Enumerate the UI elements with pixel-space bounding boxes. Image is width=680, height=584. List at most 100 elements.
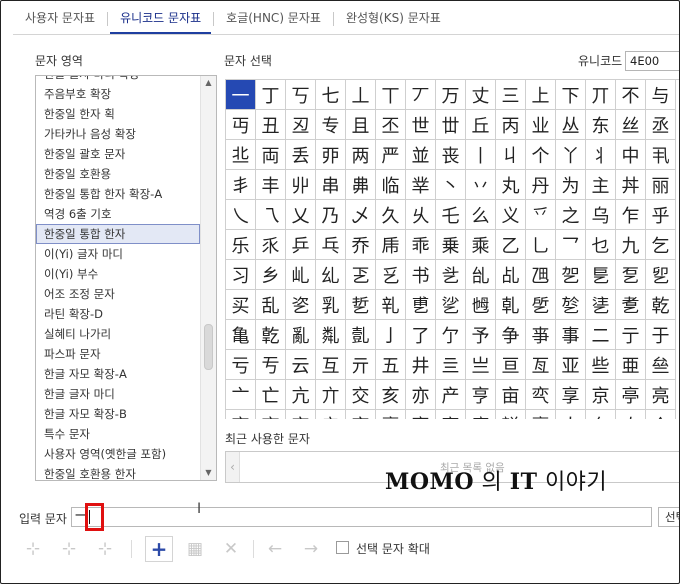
char-cell[interactable]: 亱 — [286, 410, 316, 419]
char-cell[interactable]: 亐 — [256, 350, 286, 380]
char-cell[interactable]: 丄 — [346, 80, 376, 110]
char-cell[interactable]: 丩 — [496, 140, 526, 170]
char-cell[interactable]: 乥 — [376, 260, 406, 290]
char-cell[interactable]: 两 — [346, 140, 376, 170]
char-cell[interactable]: 了 — [406, 320, 436, 350]
char-range-item[interactable]: 한글 자모 확장-A — [36, 364, 200, 384]
char-cell[interactable]: 不 — [616, 80, 646, 110]
char-cell[interactable]: 乻 — [556, 290, 586, 320]
insert-icon[interactable]: ▦ — [181, 536, 209, 562]
char-cell[interactable]: 严 — [376, 140, 406, 170]
char-cell[interactable]: 万 — [436, 80, 466, 110]
char-cell[interactable]: 乷 — [436, 290, 466, 320]
char-cell[interactable]: 人 — [556, 410, 586, 419]
char-cell[interactable]: 丼 — [616, 170, 646, 200]
char-cell[interactable]: 亊 — [526, 320, 556, 350]
char-cell[interactable]: 丌 — [586, 80, 616, 110]
char-cell[interactable]: 乶 — [406, 290, 436, 320]
char-cell[interactable]: 乾 — [646, 290, 676, 320]
char-cell[interactable]: 乓 — [316, 230, 346, 260]
char-cell[interactable]: 並 — [406, 140, 436, 170]
char-range-item[interactable]: 이(Yi) 부수 — [36, 264, 200, 284]
char-cell[interactable]: 专 — [316, 110, 346, 140]
char-cell[interactable]: 亄 — [346, 320, 376, 350]
char-cell[interactable]: 事 — [556, 320, 586, 350]
char-cell[interactable]: 丱 — [286, 170, 316, 200]
char-cell[interactable]: 乵 — [376, 290, 406, 320]
char-cell[interactable]: 临 — [376, 170, 406, 200]
char-cell[interactable]: 乘 — [466, 230, 496, 260]
char-cell[interactable]: 乒 — [286, 230, 316, 260]
char-cell[interactable]: 亴 — [376, 410, 406, 419]
char-range-item[interactable]: 사용자 영역(옛한글 포함) — [36, 444, 200, 464]
char-cell[interactable]: 买 — [226, 290, 256, 320]
char-cell[interactable]: 京 — [586, 380, 616, 410]
char-range-item[interactable]: 한중일 괄호 문자 — [36, 144, 200, 164]
char-cell[interactable]: 丅 — [376, 80, 406, 110]
char-cell[interactable]: 丸 — [496, 170, 526, 200]
char-cell[interactable]: 丘 — [466, 110, 496, 140]
char-range-item[interactable]: 한중일 호환용 — [36, 164, 200, 184]
char-cell[interactable]: 乫 — [556, 260, 586, 290]
char-cell[interactable]: 乳 — [316, 290, 346, 320]
tab-ks-chars[interactable]: 완성형(KS) 문자표 — [334, 5, 453, 33]
char-cell[interactable]: 丠 — [226, 140, 256, 170]
char-cell[interactable]: 亁 — [256, 320, 286, 350]
char-cell[interactable]: 之 — [556, 200, 586, 230]
char-cell[interactable]: 乍 — [616, 200, 646, 230]
char-range-item[interactable]: 한중일 호환용 한자 — [36, 464, 200, 480]
char-cell[interactable]: 个 — [526, 140, 556, 170]
char-cell[interactable]: 乭 — [616, 260, 646, 290]
char-range-item[interactable]: 한글 자모 확장-B — [36, 404, 200, 424]
char-cell[interactable]: 乹 — [496, 290, 526, 320]
char-cell[interactable]: 亹 — [526, 410, 556, 419]
unicode-code-input[interactable]: 4E00 — [625, 51, 679, 71]
char-cell[interactable]: 乑 — [256, 230, 286, 260]
char-cell[interactable]: 乛 — [556, 230, 586, 260]
char-range-item[interactable]: 특수 문자 — [36, 424, 200, 444]
char-cell[interactable]: 东 — [586, 110, 616, 140]
char-cell[interactable]: 亍 — [616, 320, 646, 350]
char-cell[interactable]: 乔 — [346, 230, 376, 260]
char-cell[interactable]: 丕 — [376, 110, 406, 140]
delete-user-icon[interactable]: ⊹ — [91, 536, 119, 562]
char-cell[interactable]: 丧 — [436, 140, 466, 170]
char-cell[interactable]: 乪 — [526, 260, 556, 290]
char-cell[interactable]: 乞 — [646, 230, 676, 260]
char-cell[interactable]: 丹 — [526, 170, 556, 200]
char-cell[interactable]: 乸 — [466, 290, 496, 320]
char-cell[interactable]: 丑 — [256, 110, 286, 140]
char-cell[interactable]: 乺 — [526, 290, 556, 320]
char-cell[interactable]: 乀 — [226, 200, 256, 230]
char-cell[interactable]: 乢 — [286, 260, 316, 290]
char-cell[interactable]: 丝 — [616, 110, 646, 140]
char-cell[interactable]: 乚 — [526, 230, 556, 260]
char-cell[interactable]: 乗 — [436, 230, 466, 260]
char-range-scrollbar[interactable]: ▲ ▼ — [200, 76, 216, 480]
char-cell[interactable]: 乙 — [496, 230, 526, 260]
char-cell[interactable]: 串 — [316, 170, 346, 200]
char-cell[interactable]: 一 — [226, 80, 256, 110]
char-cell[interactable]: 丙 — [496, 110, 526, 140]
char-cell[interactable]: 丆 — [406, 80, 436, 110]
char-cell[interactable]: 亭 — [616, 380, 646, 410]
char-cell[interactable]: 亷 — [466, 410, 496, 419]
char-range-item[interactable]: 가타카나 음성 확장 — [36, 124, 200, 144]
char-cell[interactable]: 乄 — [346, 200, 376, 230]
char-cell[interactable]: 亮 — [646, 380, 676, 410]
scroll-up-icon[interactable]: ▲ — [201, 76, 216, 90]
char-cell[interactable]: 乃 — [316, 200, 346, 230]
char-range-item[interactable]: 주음부호 확장 — [36, 84, 200, 104]
char-cell[interactable]: 下 — [556, 80, 586, 110]
select-button[interactable]: 선택 — [658, 507, 679, 527]
char-cell[interactable]: 亯 — [226, 410, 256, 419]
char-cell[interactable]: 产 — [436, 380, 466, 410]
char-range-item[interactable]: 역경 6출 기호 — [36, 204, 200, 224]
char-cell[interactable]: 丽 — [646, 170, 676, 200]
char-cell[interactable]: 亻 — [586, 410, 616, 419]
char-cell[interactable]: 丣 — [316, 140, 346, 170]
char-cell[interactable]: 么 — [466, 200, 496, 230]
char-cell[interactable]: 三 — [496, 80, 526, 110]
char-cell[interactable]: 乆 — [406, 200, 436, 230]
char-range-item[interactable]: 라틴 확장-D — [36, 304, 200, 324]
